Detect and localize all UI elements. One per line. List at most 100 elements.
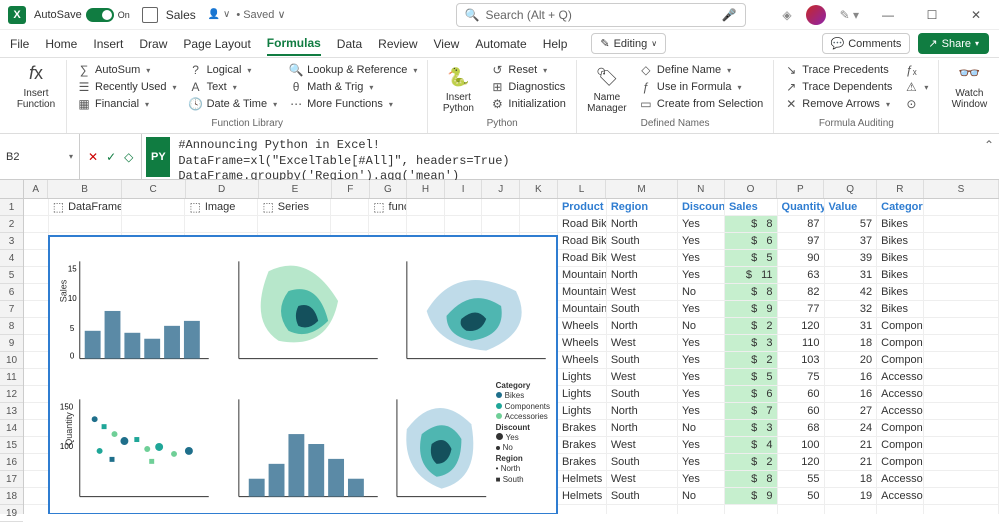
cell[interactable] xyxy=(258,216,331,233)
cell[interactable] xyxy=(407,199,445,216)
column-header[interactable]: A xyxy=(24,180,48,198)
cell[interactable]: Yes xyxy=(678,471,725,488)
row-header[interactable]: 17 xyxy=(0,471,23,488)
cell[interactable]: Road Bikes xyxy=(558,216,607,233)
cell[interactable]: 110 xyxy=(778,335,825,352)
cell[interactable] xyxy=(924,318,999,335)
cell[interactable]: 32 xyxy=(825,301,878,318)
cell[interactable] xyxy=(924,284,999,301)
close-button[interactable]: ✕ xyxy=(961,0,991,30)
cell[interactable] xyxy=(24,233,49,250)
cell[interactable]: Mountain Bikes xyxy=(558,267,607,284)
cell[interactable]: ⬚ function xyxy=(369,199,407,216)
cell[interactable]: Wheels xyxy=(558,318,607,335)
column-header[interactable]: H xyxy=(407,180,445,198)
tab-formulas[interactable]: Formulas xyxy=(267,32,321,56)
cell[interactable]: 50 xyxy=(778,488,825,505)
financial-button[interactable]: ▦Financial▾ xyxy=(73,96,181,112)
cell[interactable] xyxy=(520,199,558,216)
user-avatar[interactable] xyxy=(806,5,826,25)
cell[interactable] xyxy=(24,437,49,454)
cell[interactable]: Lights xyxy=(558,386,607,403)
cell[interactable] xyxy=(924,233,999,250)
cell[interactable]: No xyxy=(678,420,725,437)
trace-dependents-button[interactable]: ↗Trace Dependents xyxy=(780,79,896,95)
cell[interactable]: ⬚ Image xyxy=(185,199,258,216)
cell[interactable]: South xyxy=(607,454,678,471)
cell[interactable]: $ 6 xyxy=(725,233,778,250)
cell[interactable]: 21 xyxy=(825,437,878,454)
cell[interactable] xyxy=(24,250,49,267)
cell[interactable]: Region xyxy=(607,199,678,216)
cell[interactable]: 18 xyxy=(825,471,878,488)
cell[interactable]: Components xyxy=(877,352,924,369)
cell[interactable]: $ 7 xyxy=(725,403,778,420)
cell[interactable]: North xyxy=(607,216,678,233)
cell[interactable]: $ 3 xyxy=(725,335,778,352)
cell[interactable] xyxy=(49,216,122,233)
logical-button[interactable]: ?Logical▾ xyxy=(185,62,282,78)
pen-icon[interactable]: ✎ ▾ xyxy=(840,8,859,22)
cell[interactable]: Category xyxy=(877,199,924,216)
row-header[interactable]: 16 xyxy=(0,454,23,471)
column-header[interactable]: R xyxy=(877,180,924,198)
cell[interactable]: $ 8 xyxy=(725,471,778,488)
name-box[interactable]: B2 ▾ xyxy=(0,134,80,179)
column-header[interactable]: J xyxy=(482,180,520,198)
cell[interactable] xyxy=(407,216,445,233)
cell[interactable]: Bikes xyxy=(877,267,924,284)
cell[interactable]: $ 2 xyxy=(725,454,778,471)
cell[interactable]: 63 xyxy=(778,267,825,284)
cell[interactable] xyxy=(24,369,49,386)
tab-file[interactable]: File xyxy=(10,33,29,55)
cell[interactable]: 87 xyxy=(778,216,825,233)
cell[interactable]: Accessories xyxy=(877,386,924,403)
column-header[interactable]: Q xyxy=(824,180,877,198)
cell[interactable] xyxy=(778,505,825,514)
cell[interactable] xyxy=(678,505,725,514)
row-header[interactable]: 4 xyxy=(0,250,23,267)
cell[interactable]: 82 xyxy=(778,284,825,301)
cell[interactable]: $ 5 xyxy=(725,369,778,386)
cell[interactable]: West xyxy=(607,284,678,301)
cell[interactable]: $ 8 xyxy=(725,216,778,233)
cell[interactable]: 21 xyxy=(825,454,878,471)
cell[interactable] xyxy=(24,318,49,335)
cell[interactable] xyxy=(924,250,999,267)
tab-automate[interactable]: Automate xyxy=(475,33,526,55)
tab-pagelayout[interactable]: Page Layout xyxy=(183,33,250,55)
cell[interactable] xyxy=(924,386,999,403)
cell[interactable]: Accessories xyxy=(877,369,924,386)
cell[interactable]: 75 xyxy=(778,369,825,386)
error-checking-button[interactable]: ⚠▾ xyxy=(900,79,932,95)
minimize-button[interactable]: — xyxy=(873,0,903,30)
cell[interactable] xyxy=(24,216,49,233)
column-header[interactable]: O xyxy=(725,180,778,198)
cell[interactable]: Wheels xyxy=(558,352,607,369)
cell[interactable]: Value xyxy=(825,199,878,216)
cell[interactable]: 120 xyxy=(778,454,825,471)
cell[interactable]: West xyxy=(607,437,678,454)
row-header[interactable]: 12 xyxy=(0,386,23,403)
cell[interactable]: No xyxy=(678,318,725,335)
column-header[interactable]: N xyxy=(678,180,725,198)
row-header[interactable]: 5 xyxy=(0,267,23,284)
cell[interactable]: Yes xyxy=(678,403,725,420)
show-formulas-button[interactable]: ƒₓ xyxy=(900,62,932,78)
cell[interactable]: 42 xyxy=(825,284,878,301)
cell[interactable]: Quantity xyxy=(778,199,825,216)
cell[interactable]: Components xyxy=(877,420,924,437)
row-header[interactable]: 7 xyxy=(0,301,23,318)
cell[interactable]: Yes xyxy=(678,301,725,318)
cell[interactable]: $ 8 xyxy=(725,284,778,301)
initialization-button[interactable]: ⚙Initialization xyxy=(486,96,569,112)
row-header[interactable]: 1 xyxy=(0,199,23,216)
cell[interactable]: Yes xyxy=(678,250,725,267)
cell[interactable]: No xyxy=(678,284,725,301)
cell[interactable] xyxy=(331,216,369,233)
cell[interactable]: ⬚ Series xyxy=(258,199,331,216)
enter-formula-button[interactable]: ✓ xyxy=(106,150,116,164)
cell[interactable]: 16 xyxy=(825,386,878,403)
row-header[interactable]: 10 xyxy=(0,352,23,369)
cell[interactable] xyxy=(877,505,924,514)
